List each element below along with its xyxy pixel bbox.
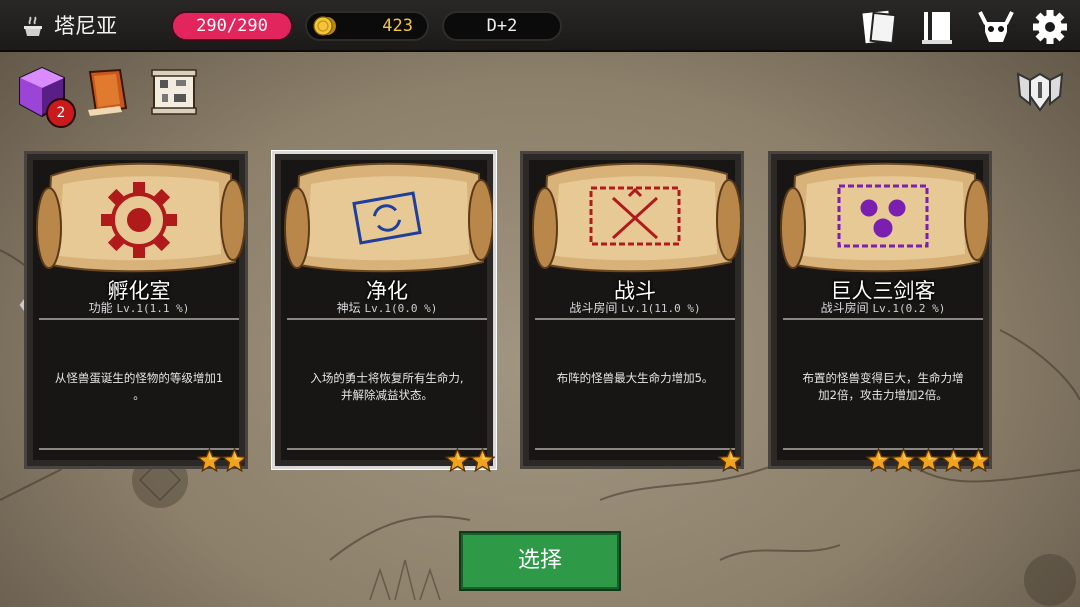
star-icon bbox=[445, 448, 470, 472]
skill-card[interactable]: 净化 神坛 Lv.1(0.0 %) 入场的勇士将恢复所有生命力, 并解除减益状态。 bbox=[272, 151, 496, 472]
location-name: 塔尼亚 bbox=[54, 14, 117, 38]
hp-display: 290/290 bbox=[171, 11, 293, 41]
star-icon bbox=[966, 448, 991, 472]
card-body: 净化 神坛 Lv.1(0.0 %) 入场的勇士将恢复所有生命力, 并解除减益状态。 bbox=[281, 160, 493, 460]
star-rating bbox=[445, 448, 495, 472]
star-icon bbox=[197, 448, 222, 472]
top-bar: 塔尼亚 290/290 423 D+2 bbox=[0, 0, 1080, 52]
book-icon[interactable] bbox=[918, 8, 958, 46]
card-description: 布置的怪兽变得巨大，生命力增 加2倍，攻击力增加2倍。 bbox=[783, 370, 983, 404]
card-category: 功能 bbox=[88, 301, 113, 315]
gear-icon[interactable] bbox=[1030, 8, 1070, 46]
description-line: 布阵的怪兽最大生命力增加5。 bbox=[556, 371, 714, 385]
star-icon bbox=[941, 448, 966, 472]
star-icon bbox=[470, 448, 495, 472]
winged-shield-icon[interactable] bbox=[1012, 64, 1068, 120]
pot-icon bbox=[24, 16, 42, 36]
gold-display: 423 bbox=[305, 11, 429, 41]
gold-amount: 423 bbox=[382, 16, 413, 36]
description-frame: 布置的怪兽变得巨大，生命力增 加2倍，攻击力增加2倍。 bbox=[783, 318, 983, 450]
star-icon bbox=[891, 448, 916, 472]
card-body: 战斗 战斗房间 Lv.1(11.0 %) 布阵的怪兽最大生命力增加5。 bbox=[529, 160, 741, 460]
map-scroll-icon[interactable] bbox=[146, 64, 202, 120]
card-body: 孵化室 功能 Lv.1(1.1 %) 从怪兽蛋诞生的怪物的等级增加1。 bbox=[33, 160, 245, 460]
card-subtitle: 战斗房间 Lv.1(0.2 %) bbox=[777, 300, 989, 317]
frame-line bbox=[535, 448, 735, 450]
card-description: 入场的勇士将恢复所有生命力, 并解除减益状态。 bbox=[287, 370, 487, 404]
frame-line bbox=[39, 318, 239, 320]
frame-line bbox=[783, 318, 983, 320]
star-icon bbox=[222, 448, 247, 472]
crossed-swords-emblem-icon bbox=[532, 162, 741, 273]
card-subtitle: 功能 Lv.1(1.1 %) bbox=[33, 300, 245, 317]
cards-icon[interactable] bbox=[860, 8, 900, 46]
day-counter: D+2 bbox=[442, 11, 562, 41]
star-rating bbox=[718, 448, 743, 472]
skill-card[interactable]: 孵化室 功能 Lv.1(1.1 %) 从怪兽蛋诞生的怪物的等级增加1。 bbox=[24, 151, 248, 472]
card-category: 神坛 bbox=[336, 301, 361, 315]
skill-card[interactable]: 战斗 战斗房间 Lv.1(11.0 %) 布阵的怪兽最大生命力增加5。 bbox=[520, 151, 744, 472]
spellbook-icon[interactable] bbox=[80, 64, 136, 120]
description-line: 布置的怪兽变得巨大，生命力增 bbox=[802, 371, 964, 385]
coin-icon bbox=[313, 16, 336, 36]
star-icon bbox=[718, 448, 743, 472]
star-icon bbox=[916, 448, 941, 472]
card-description: 从怪兽蛋诞生的怪物的等级增加1 。 bbox=[39, 370, 239, 404]
star-icon bbox=[866, 448, 891, 472]
star-rating bbox=[197, 448, 247, 472]
description-line: 从怪兽蛋诞生的怪物的等级增加1 bbox=[54, 371, 224, 385]
monster-skull-icon[interactable] bbox=[976, 8, 1016, 46]
description-frame: 布阵的怪兽最大生命力增加5。 bbox=[535, 318, 735, 450]
star-rating bbox=[866, 448, 991, 472]
card-category: 战斗房间 bbox=[569, 301, 618, 315]
card-level: Lv.1(11.0 %) bbox=[621, 302, 701, 315]
card-subtitle: 神坛 Lv.1(0.0 %) bbox=[281, 300, 493, 317]
card-level: Lv.1(0.2 %) bbox=[872, 302, 946, 315]
three-giants-emblem-icon bbox=[780, 162, 989, 273]
cycle-emblem-icon bbox=[284, 162, 493, 273]
frame-line bbox=[287, 318, 487, 320]
description-line: 并解除减益状态。 bbox=[341, 388, 433, 402]
skill-card[interactable]: 巨人三剑客 战斗房间 Lv.1(0.2 %) 布置的怪兽变得巨大，生命力增 加2倍，攻… bbox=[768, 151, 992, 472]
frame-line bbox=[535, 318, 735, 320]
select-button[interactable]: 选择 bbox=[459, 531, 621, 591]
card-body: 巨人三剑客 战斗房间 Lv.1(0.2 %) 布置的怪兽变得巨大，生命力增 加2倍，攻… bbox=[777, 160, 989, 460]
gear-emblem-icon bbox=[36, 162, 245, 273]
notification-badge: 2 bbox=[46, 98, 76, 128]
card-level: Lv.1(1.1 %) bbox=[116, 302, 190, 315]
description-line: 入场的勇士将恢复所有生命力, bbox=[310, 371, 464, 385]
description-frame: 从怪兽蛋诞生的怪物的等级增加1 。 bbox=[39, 318, 239, 450]
card-category: 战斗房间 bbox=[820, 301, 869, 315]
description-line: 加2倍，攻击力增加2倍。 bbox=[818, 388, 948, 402]
card-subtitle: 战斗房间 Lv.1(11.0 %) bbox=[529, 300, 741, 317]
card-level: Lv.1(0.0 %) bbox=[364, 302, 438, 315]
description-line: 。 bbox=[133, 388, 145, 402]
description-frame: 入场的勇士将恢复所有生命力, 并解除减益状态。 bbox=[287, 318, 487, 450]
card-description: 布阵的怪兽最大生命力增加5。 bbox=[535, 370, 735, 387]
